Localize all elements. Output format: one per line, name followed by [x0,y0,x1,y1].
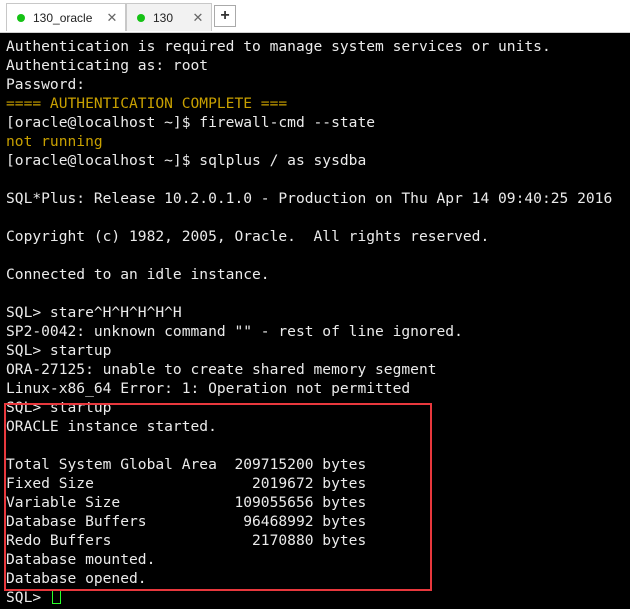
terminal-line: [oracle@localhost ~]$ firewall-cmd --sta… [6,114,376,131]
tab-label: 130 [153,10,174,25]
terminal-line: Copyright (c) 1982, 2005, Oracle. All ri… [6,228,490,245]
tab-bar: 130_oracle ✕ 130 ✕ + [0,0,630,33]
tab-130[interactable]: 130 ✕ [126,3,212,31]
new-tab-button[interactable]: + [214,5,236,27]
terminal-line: SQL*Plus: Release 10.2.0.1.0 - Productio… [6,190,613,207]
close-icon[interactable]: ✕ [105,10,119,25]
terminal-line: Authentication is required to manage sys… [6,38,551,55]
terminal-line: Linux-x86_64 Error: 1: Operation not per… [6,380,411,397]
terminal-line: SP2-0042: unknown command "" - rest of l… [6,323,463,340]
terminal-line: SQL> stare^H^H^H^H^H [6,304,182,321]
terminal-line: Password: [6,76,86,93]
tab-130-oracle[interactable]: 130_oracle ✕ [6,3,126,31]
connected-status-icon [137,13,145,22]
terminal-line: Connected to an idle instance. [6,266,270,283]
terminal-line: [oracle@localhost ~]$ sqlplus / as sysdb… [6,152,367,169]
terminal-line-auth-complete: ==== AUTHENTICATION COMPLETE === [6,95,288,112]
terminal-line: Authenticating as: root [6,57,209,74]
terminal-line: ORA-27125: unable to create shared memor… [6,361,437,378]
close-icon[interactable]: ✕ [191,10,205,25]
terminal-line-not-running: not running [6,133,103,150]
text-cursor [51,589,61,604]
sql-prompt: SQL> [6,589,50,606]
highlight-annotation-box [4,403,432,591]
connected-status-icon [17,13,25,22]
tab-label: 130_oracle [33,10,93,25]
terminal-line: SQL> startup [6,342,112,359]
